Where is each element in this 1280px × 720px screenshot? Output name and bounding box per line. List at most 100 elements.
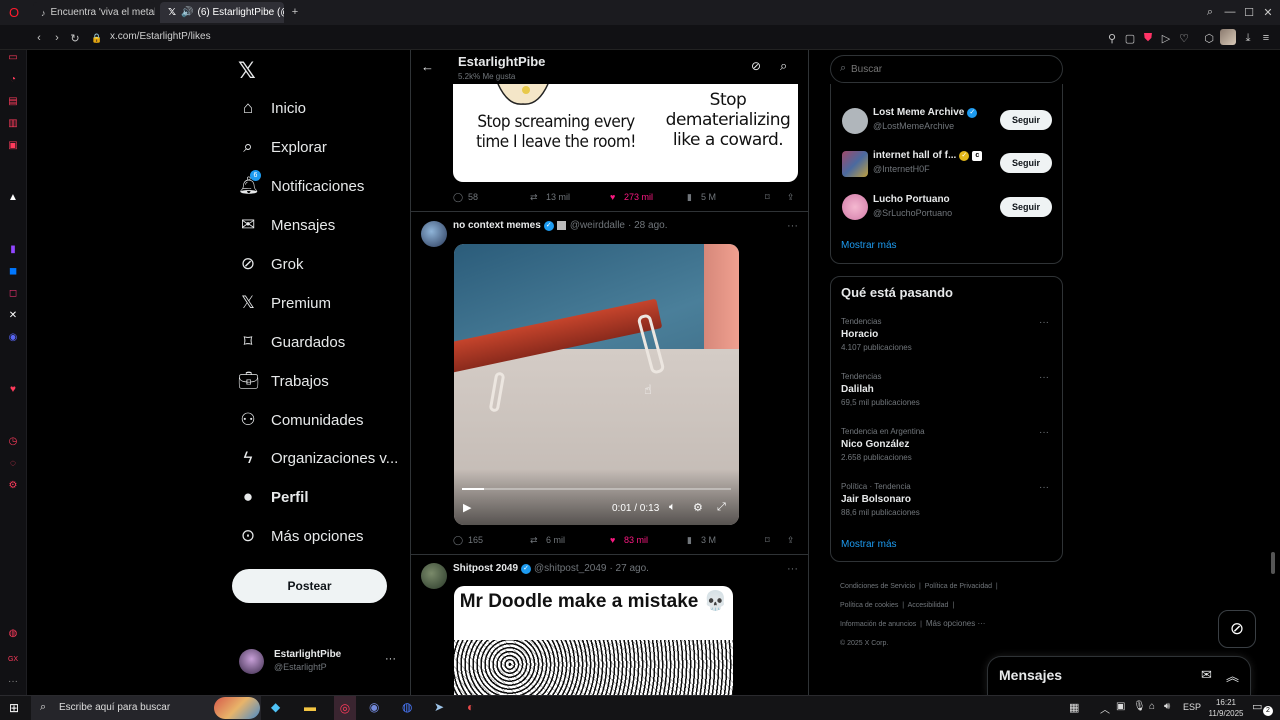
- obs-icon[interactable]: ◐: [467, 700, 474, 714]
- aria-icon[interactable]: ▲: [6, 190, 20, 204]
- url-text[interactable]: x.com/EstarlightP/likes: [110, 31, 211, 42]
- tray-app-icon[interactable]: ▣: [1116, 701, 1125, 712]
- author-name[interactable]: no context memes: [453, 220, 541, 231]
- avatar[interactable]: [842, 108, 868, 134]
- views-icon[interactable]: ▮: [687, 192, 692, 203]
- copilot-icon[interactable]: ◆: [271, 700, 280, 714]
- grok-floating-icon[interactable]: ⊘: [1218, 610, 1256, 648]
- shield-icon[interactable]: ⛊: [1140, 30, 1156, 46]
- author-name[interactable]: Shitpost 2049: [453, 563, 518, 574]
- search-icon[interactable]: ⌕: [780, 58, 787, 74]
- meme-image[interactable]: Stop screaming every time I leave the ro…: [453, 84, 798, 182]
- user-name[interactable]: Lucho Portuano: [873, 194, 950, 205]
- app-taskbar-icon[interactable]: ◍: [402, 700, 412, 714]
- trend-item[interactable]: Política · Tendencia Jair Bolsonaro 88,6…: [841, 482, 920, 517]
- footer-link[interactable]: Condiciones de Servicio: [840, 583, 915, 590]
- snapshot-icon[interactable]: ▢: [1122, 30, 1138, 46]
- avatar[interactable]: [842, 194, 868, 220]
- share-icon[interactable]: ⇪: [787, 192, 795, 203]
- more-dots-icon[interactable]: ···: [6, 674, 20, 688]
- volume-icon[interactable]: 🔈︎: [669, 501, 676, 514]
- trend-item[interactable]: Tendencia en Argentina Nico González 2.6…: [841, 427, 925, 462]
- menu-icon[interactable]: ≡: [1258, 30, 1274, 46]
- gx-icon[interactable]: GX: [6, 652, 20, 666]
- avatar[interactable]: [421, 221, 447, 247]
- opera-gx-taskbar-icon[interactable]: ◎: [334, 696, 356, 720]
- clock-icon[interactable]: ◷: [6, 434, 20, 448]
- twitch-icon[interactable]: ▮: [6, 242, 20, 256]
- nav-notifications[interactable]: 🔔︎ 6 Notificaciones: [238, 170, 364, 201]
- grok-icon[interactable]: ⊘: [751, 59, 761, 73]
- opera-logo-icon[interactable]: O: [6, 4, 22, 20]
- download-icon[interactable]: ⤓: [1240, 30, 1256, 46]
- speed-dial-icon[interactable]: ◔: [6, 72, 20, 86]
- new-message-icon[interactable]: ✉: [1201, 667, 1212, 683]
- footer-link[interactable]: Política de Privacidad: [925, 583, 992, 590]
- tab-x-active[interactable]: 𝕏 🔊 (6) EstarlightPibe (@E: [160, 2, 284, 23]
- reload-icon[interactable]: ↻: [67, 30, 83, 46]
- file-explorer-icon[interactable]: ▬: [304, 700, 316, 714]
- footer-link[interactable]: Accesibilidad: [908, 602, 949, 609]
- share-icon[interactable]: ⇪: [787, 535, 795, 546]
- nav-more[interactable]: ⊙ Más opciones: [238, 521, 364, 551]
- close-icon[interactable]: ✕: [1260, 4, 1276, 20]
- play-icon[interactable]: ▷: [1158, 30, 1174, 46]
- follow-button[interactable]: Seguir: [1000, 153, 1052, 173]
- footer-link[interactable]: Más opciones ···: [926, 619, 986, 628]
- post-more-icon[interactable]: ···: [787, 220, 798, 232]
- search-input[interactable]: [851, 61, 1051, 77]
- nav-messages[interactable]: ✉ Mensajes: [238, 210, 335, 240]
- taskbar-search[interactable]: ⌕ Escribe aquí para buscar: [31, 696, 261, 720]
- nav-premium[interactable]: 𝕏 Premium: [238, 288, 331, 318]
- tab-tiktok[interactable]: ♪ Encuentra 'viva el metal' e: [33, 2, 155, 23]
- profile-avatar[interactable]: [1220, 29, 1236, 45]
- back-arrow-icon[interactable]: ←: [421, 59, 434, 74]
- follow-button[interactable]: Seguir: [1000, 110, 1052, 130]
- maximize-icon[interactable]: ☐: [1241, 4, 1257, 20]
- tray-expand-icon[interactable]: ︿: [1100, 701, 1110, 716]
- more-dots-icon[interactable]: ···: [385, 653, 396, 665]
- expand-up-icon[interactable]: ︽: [1226, 666, 1239, 685]
- nav-communities[interactable]: ⚇ Comunidades: [238, 405, 363, 435]
- forward-icon[interactable]: ›: [49, 30, 65, 46]
- trend-more-icon[interactable]: ···: [1039, 427, 1049, 438]
- like-icon[interactable]: ♥: [610, 535, 615, 545]
- search-tabs-icon[interactable]: ⌕: [1202, 4, 1218, 20]
- follow-button[interactable]: Seguir: [1000, 197, 1052, 217]
- meme-image[interactable]: Mr Doodle make a mistake 💀: [454, 586, 733, 695]
- trend-more-icon[interactable]: ···: [1039, 317, 1049, 328]
- nav-home[interactable]: ⌂ Inicio: [238, 93, 306, 123]
- nav-explore[interactable]: ⌕ Explorar: [238, 132, 327, 162]
- search-box[interactable]: ⌕: [830, 55, 1063, 83]
- chat-icon[interactable]: ◌: [6, 456, 20, 470]
- language-indicator[interactable]: ESP: [1183, 702, 1201, 712]
- views-icon[interactable]: ▮: [687, 535, 692, 546]
- history-icon[interactable]: ▭: [6, 50, 20, 64]
- trend-item[interactable]: Tendencias Horacio 4.107 publicaciones: [841, 317, 912, 352]
- notification-center-icon[interactable]: ▭: [1252, 700, 1262, 713]
- avatar[interactable]: [842, 151, 868, 177]
- news-icon[interactable]: ▥: [6, 116, 20, 130]
- nav-organizations[interactable]: ϟ Organizaciones v...: [238, 443, 399, 473]
- like-icon[interactable]: ♥: [610, 192, 615, 202]
- music-icon[interactable]: ▣: [6, 138, 20, 152]
- x-logo-icon[interactable]: 𝕏: [238, 58, 256, 84]
- post-date[interactable]: · 28 ago.: [628, 220, 667, 231]
- repost-icon[interactable]: ⇄: [530, 535, 538, 546]
- bookmark-icon[interactable]: ⌑: [765, 192, 770, 203]
- author-handle[interactable]: @shitpost_2049: [534, 563, 606, 574]
- new-tab-plus-icon[interactable]: +: [287, 4, 303, 20]
- account-switcher[interactable]: EstarlightPibe @EstarlightP ···: [239, 647, 399, 677]
- windows-start-icon[interactable]: ⊞: [9, 701, 19, 715]
- footer-link[interactable]: Política de cookies: [840, 602, 898, 609]
- volume-icon[interactable]: 🔊︎: [1164, 701, 1170, 712]
- footer-link[interactable]: Información de anuncios: [840, 621, 916, 628]
- post-more-icon[interactable]: ···: [787, 563, 798, 575]
- steam-icon[interactable]: ➤: [434, 700, 444, 714]
- post-button[interactable]: Postear: [232, 569, 387, 603]
- nav-grok[interactable]: ⊘ Grok: [238, 249, 304, 279]
- settings-icon[interactable]: ⚙: [6, 478, 20, 492]
- taskview-icon[interactable]: ▦: [1069, 701, 1079, 714]
- avatar[interactable]: [421, 563, 447, 589]
- network-icon[interactable]: ⌂: [1149, 701, 1155, 712]
